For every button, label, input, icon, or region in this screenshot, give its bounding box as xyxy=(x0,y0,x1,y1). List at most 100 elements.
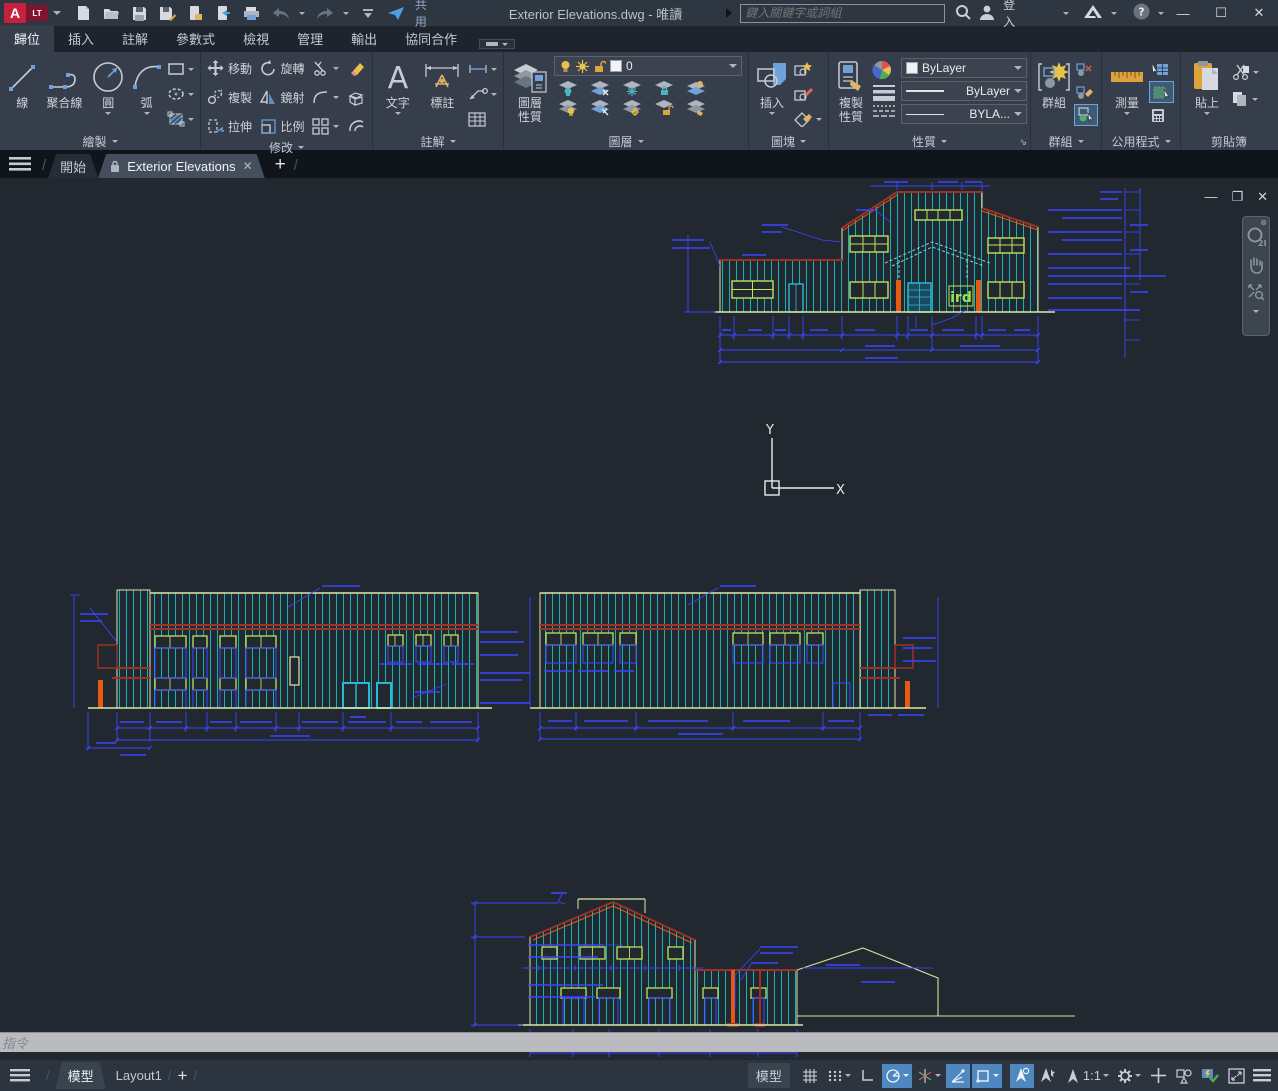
layer-thawall-icon[interactable] xyxy=(622,100,642,116)
zoom-extents-icon[interactable] xyxy=(1247,283,1265,301)
layer-match-icon[interactable] xyxy=(686,80,706,96)
panel-properties-label[interactable]: 性質 ⇘ xyxy=(829,133,1030,150)
new-layout-button[interactable]: + xyxy=(178,1066,188,1086)
match-properties-button[interactable]: 複製性質 xyxy=(835,56,867,125)
array-button[interactable] xyxy=(312,115,341,139)
layer-unisolate-icon[interactable] xyxy=(590,100,610,116)
pan-hand-icon[interactable] xyxy=(1247,256,1265,274)
layer-off-icon[interactable] xyxy=(558,80,578,96)
undo-caret[interactable] xyxy=(299,12,305,15)
workspace-switch-button[interactable] xyxy=(1114,1064,1144,1088)
layer-combo[interactable]: 0 xyxy=(554,56,742,76)
viewport-minimize-icon[interactable]: — xyxy=(1204,189,1217,205)
line-button[interactable]: 線 xyxy=(6,56,39,111)
layer-turnon-icon[interactable] xyxy=(558,100,578,116)
annotation-autoscale-toggle[interactable] xyxy=(1036,1064,1060,1088)
panel-utilities-label[interactable]: 公用程式 xyxy=(1102,133,1180,150)
navbar-more-caret[interactable] xyxy=(1253,310,1259,313)
crosshair-button[interactable] xyxy=(1146,1064,1170,1088)
panel-layers-label[interactable]: 圖層 xyxy=(504,133,748,150)
linetype-icon[interactable] xyxy=(871,104,897,118)
layer-properties-button[interactable]: 圖層性質 xyxy=(510,56,550,125)
stretch-button[interactable]: 拉伸 xyxy=(207,115,254,139)
layer-isolate-icon[interactable] xyxy=(590,80,610,96)
table-button[interactable] xyxy=(468,109,497,129)
erase-button[interactable] xyxy=(347,57,367,81)
redo-icon[interactable] xyxy=(315,4,333,22)
annotation-visibility-toggle[interactable] xyxy=(1010,1064,1034,1088)
group-edit-button[interactable] xyxy=(1075,82,1097,102)
ribbon-tab-collaborate[interactable]: 協同合作 xyxy=(391,25,471,52)
minimize-button[interactable]: — xyxy=(1164,0,1202,26)
maximize-button[interactable]: ☐ xyxy=(1202,0,1240,26)
trim-button[interactable] xyxy=(312,57,341,81)
save-as-icon[interactable] xyxy=(159,4,177,22)
signin-label[interactable]: 登入 xyxy=(1003,0,1027,30)
save-icon[interactable] xyxy=(131,4,149,22)
layer-unlockall-icon[interactable] xyxy=(654,100,674,116)
polyline-button[interactable]: 聚合線 xyxy=(43,56,87,111)
search-input[interactable] xyxy=(741,6,944,20)
ungroup-button[interactable] xyxy=(1075,59,1097,79)
explode-button[interactable] xyxy=(347,86,367,110)
new-file-icon[interactable] xyxy=(75,4,93,22)
create-block-button[interactable] xyxy=(793,59,822,79)
file-tab-document[interactable]: Exterior Elevations ✕ xyxy=(98,154,264,178)
measure-button[interactable]: 測量 xyxy=(1108,56,1146,115)
redo-caret[interactable] xyxy=(343,12,349,15)
lineweight-combo[interactable]: ByLayer xyxy=(901,81,1027,101)
ribbon-tab-view[interactable]: 檢視 xyxy=(229,25,283,52)
send-mobile-icon[interactable] xyxy=(215,4,233,22)
undo-icon[interactable] xyxy=(271,4,289,22)
lineweight-icon[interactable] xyxy=(871,84,897,101)
linear-dim-button[interactable] xyxy=(468,59,497,79)
ribbon-minimize-button[interactable] xyxy=(479,39,515,49)
panel-clipboard-label[interactable]: 剪貼簿 xyxy=(1181,133,1277,150)
panel-draw-label[interactable]: 繪製 xyxy=(0,133,200,150)
close-button[interactable]: ✕ xyxy=(1240,0,1278,26)
group-selection-toggle[interactable] xyxy=(1075,105,1097,125)
ribbon-tab-insert[interactable]: 插入 xyxy=(54,25,108,52)
copy-button[interactable]: 複製 xyxy=(207,86,254,110)
isodraft-toggle[interactable] xyxy=(914,1064,944,1088)
otrack-toggle[interactable] xyxy=(946,1064,970,1088)
layout1-tab[interactable]: Layout1 xyxy=(116,1068,162,1083)
ribbon-tab-home[interactable]: 歸位 xyxy=(0,25,54,52)
quick-select-button[interactable] xyxy=(1150,59,1173,79)
fillet-button[interactable] xyxy=(312,86,341,110)
insert-block-button[interactable]: 插入 xyxy=(755,56,789,115)
share-icon[interactable] xyxy=(387,4,405,22)
model-space-button[interactable]: 模型 xyxy=(748,1063,790,1088)
dimension-button[interactable]: 標註 xyxy=(421,56,464,111)
select-similar-button[interactable] xyxy=(1150,82,1173,102)
plot-icon[interactable] xyxy=(243,4,261,22)
autodesk-caret[interactable] xyxy=(1111,12,1117,15)
drawing-canvas[interactable]: — ❐ ✕ ⊗ 2D xyxy=(0,178,1278,1060)
new-drawing-tab-button[interactable]: + xyxy=(275,154,286,176)
layer-current-icon[interactable] xyxy=(686,100,706,116)
edit-block-button[interactable] xyxy=(793,84,822,104)
paste-button[interactable]: 貼上 xyxy=(1187,56,1227,115)
osnap-toggle[interactable] xyxy=(972,1064,1002,1088)
cut-button[interactable] xyxy=(1231,62,1259,82)
move-button[interactable]: 移動 xyxy=(207,57,254,81)
navbar-close-icon[interactable]: ⊗ xyxy=(1260,218,1267,227)
panel-groups-label[interactable]: 群組 xyxy=(1031,133,1101,150)
linetype-combo[interactable]: BYLA... xyxy=(901,104,1027,124)
command-line[interactable]: 指令 xyxy=(0,1032,1278,1052)
copy-clip-button[interactable] xyxy=(1231,89,1259,109)
user-icon[interactable] xyxy=(979,4,995,23)
mirror-button[interactable]: 鏡射 xyxy=(260,86,307,110)
ribbon-tab-annotate[interactable]: 註解 xyxy=(108,25,162,52)
search-icon[interactable] xyxy=(955,4,971,23)
polar-tracking-toggle[interactable] xyxy=(882,1064,912,1088)
viewport-restore-icon[interactable]: ❐ xyxy=(1231,189,1243,205)
ribbon-tab-parametric[interactable]: 參數式 xyxy=(162,25,229,52)
search-box[interactable] xyxy=(740,4,945,23)
scale-button[interactable]: 比例 xyxy=(260,115,307,139)
quick-calc-button[interactable] xyxy=(1150,105,1173,125)
object-color-icon[interactable] xyxy=(871,59,893,81)
open-icon[interactable] xyxy=(103,4,121,22)
panel-block-label[interactable]: 圖塊 xyxy=(749,133,828,150)
file-tab-start[interactable]: 開始 xyxy=(48,154,98,178)
